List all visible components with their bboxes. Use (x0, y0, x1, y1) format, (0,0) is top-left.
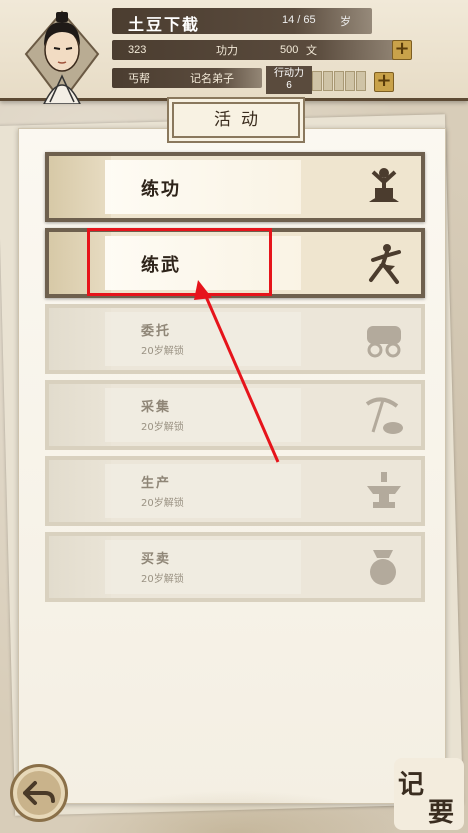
sect-name: 丐帮 (128, 73, 150, 85)
action-segment (345, 71, 355, 91)
annotation-arrow (194, 280, 280, 463)
action-segment (323, 71, 333, 91)
stat-value: 323 (128, 44, 147, 56)
unlock-hint: 20岁解锁 (141, 422, 184, 433)
money-unit: 文 (306, 45, 317, 57)
card-scroll (105, 160, 301, 214)
activity-label: 买卖 (141, 552, 172, 567)
sect-rank: 记名弟子 (190, 73, 234, 85)
martial-arts-icon (369, 244, 401, 284)
activity-label: 委托 (141, 324, 172, 339)
name-bar: 土豆下截 14 / 65 岁 (112, 8, 372, 34)
notes-label-2: 要 (428, 798, 455, 828)
anvil-icon (367, 472, 401, 508)
stat-label: 功力 (216, 45, 238, 57)
money-bag-icon (370, 550, 396, 585)
activity-label: 生产 (141, 476, 172, 491)
activity-trade[interactable]: 买卖 20岁解锁 (45, 532, 425, 602)
player-name: 土豆下截 (128, 15, 201, 34)
sect-bar: 丐帮 记名弟子 (112, 68, 262, 88)
notes-button[interactable]: 记 要 (394, 758, 464, 830)
unlock-hint: 20岁解锁 (141, 346, 184, 357)
pickaxe-icon (365, 397, 403, 434)
meditation-icon (369, 168, 399, 202)
action-points-label: 行动力 (274, 68, 304, 79)
activity-label: 练功 (141, 179, 181, 200)
add-action-button[interactable]: + (374, 72, 394, 92)
avatar[interactable] (14, 6, 110, 104)
player-header: 土豆下截 14 / 65 岁 323 功力 500 文 + 丐帮 记名弟子 行动… (0, 0, 468, 104)
action-segment (312, 71, 322, 91)
card-shade (49, 308, 111, 370)
action-segment (334, 71, 344, 91)
card-shade (49, 384, 111, 446)
activity-label: 采集 (141, 400, 172, 415)
action-points: 行动力 6 (266, 66, 312, 94)
card-shade (49, 536, 111, 598)
back-arrow-icon (23, 781, 55, 805)
action-segment (356, 71, 366, 91)
card-scroll (105, 464, 301, 518)
stats-bar: 323 功力 500 文 (112, 40, 402, 60)
cart-icon (367, 326, 401, 358)
age-unit: 岁 (340, 16, 351, 28)
unlock-hint: 20岁解锁 (141, 498, 184, 509)
age-value: 14 / 65 (282, 14, 316, 26)
notes-label-1: 记 (398, 770, 425, 800)
add-money-button[interactable]: + (392, 40, 412, 60)
card-shade (49, 460, 111, 522)
card-shade (49, 156, 111, 218)
activity-practice-skill[interactable]: 练功 (45, 152, 425, 222)
decorative-cloud (70, 790, 400, 833)
panel-title: 活动 (169, 99, 303, 141)
card-scroll (105, 540, 301, 594)
back-button[interactable] (10, 764, 68, 822)
unlock-hint: 20岁解锁 (141, 574, 184, 585)
money-value: 500 (280, 44, 299, 56)
action-points-value: 6 (286, 80, 292, 91)
